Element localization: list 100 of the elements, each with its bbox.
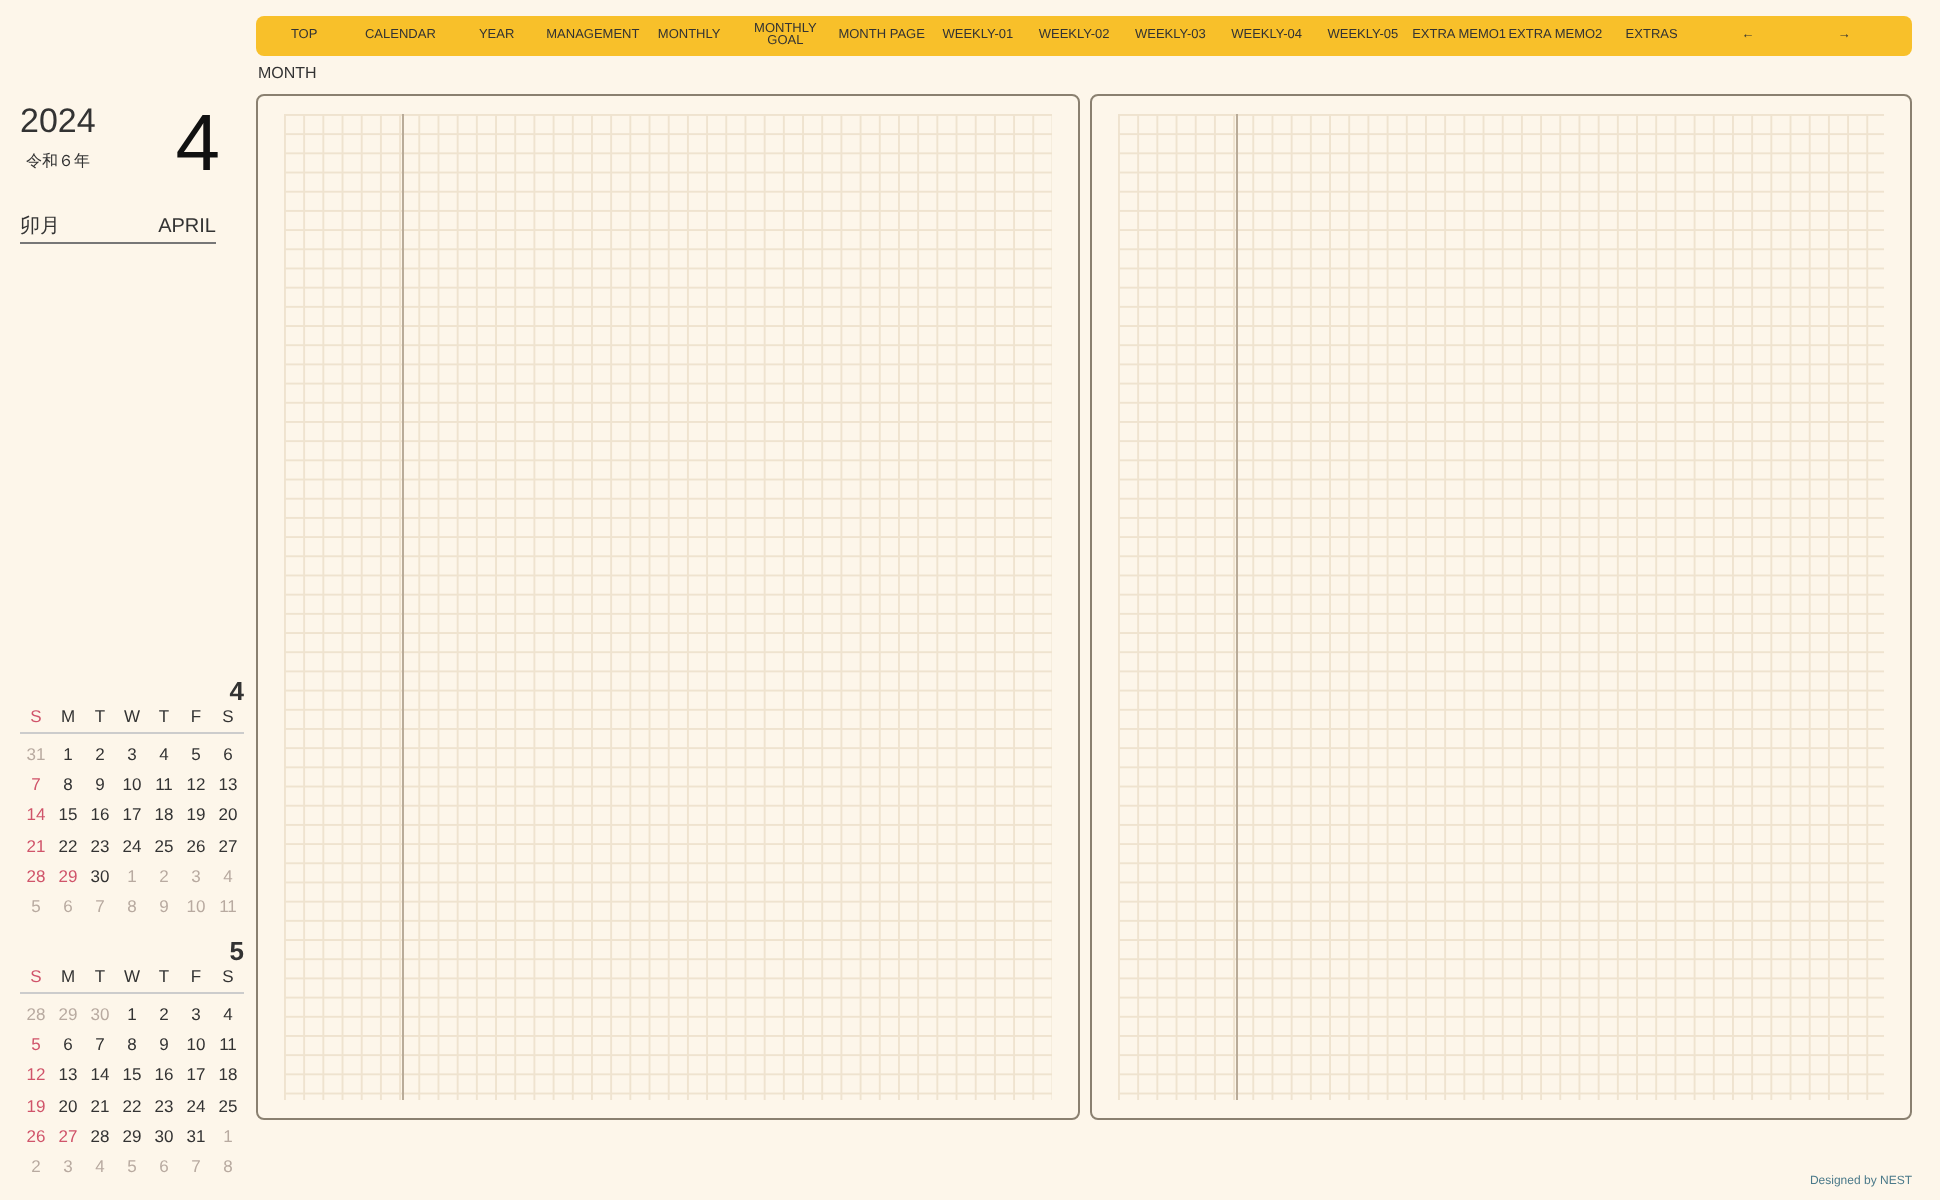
calendar-day: 16: [84, 802, 116, 829]
calendar-day: 13: [212, 772, 244, 798]
weekday-label: F: [180, 704, 212, 735]
calendar-day: 24: [180, 1093, 212, 1119]
weekday-label: M: [52, 964, 84, 994]
calendar-day: 25: [212, 1093, 244, 1119]
calendar-day: 18: [212, 1062, 244, 1088]
calendar-day: 10: [180, 894, 212, 921]
calendar-day: 5: [20, 894, 52, 921]
calendar-day: 13: [52, 1062, 84, 1088]
calendar-day: 17: [180, 1062, 212, 1088]
calendar-day: 12: [20, 1062, 52, 1088]
calendar-day: 29: [116, 1123, 148, 1150]
calendar-day: 10: [116, 772, 148, 798]
calendar-day: 21: [84, 1093, 116, 1119]
calendar-day: 28: [20, 864, 52, 890]
year-label: 2024: [20, 104, 96, 138]
calendar-day: 14: [84, 1062, 116, 1088]
calendar-day: 2: [84, 741, 116, 767]
calendar-day: 4: [148, 741, 180, 767]
calendar-day: 19: [20, 1093, 52, 1119]
weekday-label: F: [180, 964, 212, 994]
calendar-day: 30: [148, 1123, 180, 1150]
calendar-day: 3: [180, 1001, 212, 1027]
calendar-day: 1: [52, 741, 84, 767]
calendar-day: 2: [148, 1001, 180, 1027]
weekday-label: T: [84, 964, 116, 994]
calendar-day: 1: [116, 864, 148, 890]
calendar-day: 20: [52, 1093, 84, 1119]
calendar-month-number: 5: [227, 938, 244, 965]
weekday-label: T: [148, 704, 180, 735]
calendar-day: 9: [148, 894, 180, 921]
calendar-day: 12: [180, 772, 212, 798]
calendar-day: 7: [84, 1031, 116, 1058]
era-label: 令和６年: [26, 150, 92, 174]
weekday-label: S: [212, 964, 244, 994]
calendar-day: 7: [20, 772, 52, 798]
calendar-day: 30: [84, 864, 116, 890]
calendar-day: 11: [212, 894, 244, 921]
calendar-day: 27: [52, 1123, 84, 1150]
calendar-day: 9: [148, 1031, 180, 1058]
weekday-label: M: [52, 704, 84, 735]
calendar-day: 29: [52, 864, 84, 890]
calendar-day: 8: [52, 772, 84, 798]
calendar-day: 31: [180, 1123, 212, 1150]
calendar-day: 11: [148, 772, 180, 798]
calendar-day: 3: [116, 741, 148, 767]
calendar-day: 8: [116, 1031, 148, 1058]
month-english-name: APRIL: [158, 214, 216, 242]
calendar-day: 19: [180, 802, 212, 829]
weekday-label: T: [148, 964, 180, 994]
calendar-day: 2: [20, 1154, 52, 1180]
calendar-day: 4: [84, 1154, 116, 1180]
calendar-day: 22: [52, 833, 84, 859]
calendar-day: 28: [20, 1001, 52, 1027]
calendar-day: 23: [84, 833, 116, 859]
calendar-day: 1: [212, 1123, 244, 1150]
calendar-day: 5: [116, 1154, 148, 1180]
weekday-label: S: [20, 704, 52, 735]
weekday-label: W: [116, 964, 148, 994]
calendar-day: 29: [52, 1001, 84, 1027]
calendar-day: 18: [148, 802, 180, 829]
weekday-label: S: [20, 964, 52, 994]
calendar-day: 6: [212, 741, 244, 767]
calendar-day: 4: [212, 1001, 244, 1027]
calendar-day: 23: [148, 1093, 180, 1119]
calendar-day: 22: [116, 1093, 148, 1119]
calendar-day: 26: [180, 833, 212, 859]
month-number: 4: [175, 104, 220, 184]
calendar-day: 26: [20, 1123, 52, 1150]
calendar-day: 17: [116, 802, 148, 829]
calendar-day: 11: [212, 1031, 244, 1058]
calendar-day: 14: [20, 802, 52, 829]
calendar-day: 3: [52, 1154, 84, 1180]
calendar-day: 21: [20, 833, 52, 859]
calendar-day: 4: [212, 864, 244, 890]
month-japanese-name: 卯月: [20, 213, 60, 242]
calendar-day: 9: [84, 772, 116, 798]
calendar-day: 24: [116, 833, 148, 859]
calendar-day: 15: [52, 802, 84, 829]
calendar-day: 20: [212, 802, 244, 829]
calendar-day: 3: [180, 864, 212, 890]
calendar-day: 5: [20, 1031, 52, 1058]
weekday-label: T: [84, 704, 116, 735]
calendar-day: 8: [212, 1154, 244, 1180]
calendar-day: 30: [84, 1001, 116, 1027]
calendar-day: 6: [52, 1031, 84, 1058]
weekday-label: W: [116, 704, 148, 735]
calendar-day: 25: [148, 833, 180, 859]
calendar-day: 6: [52, 894, 84, 921]
calendar-day: 2: [148, 864, 180, 890]
calendar-day: 1: [116, 1001, 148, 1027]
calendar-day: 8: [116, 894, 148, 921]
calendar-day: 7: [84, 894, 116, 921]
calendar-day: 10: [180, 1031, 212, 1058]
calendar-day: 6: [148, 1154, 180, 1180]
calendar-day: 7: [180, 1154, 212, 1180]
page-label: MONTH: [258, 62, 319, 86]
calendar-day: 28: [84, 1123, 116, 1150]
calendar-day: 31: [20, 741, 52, 767]
